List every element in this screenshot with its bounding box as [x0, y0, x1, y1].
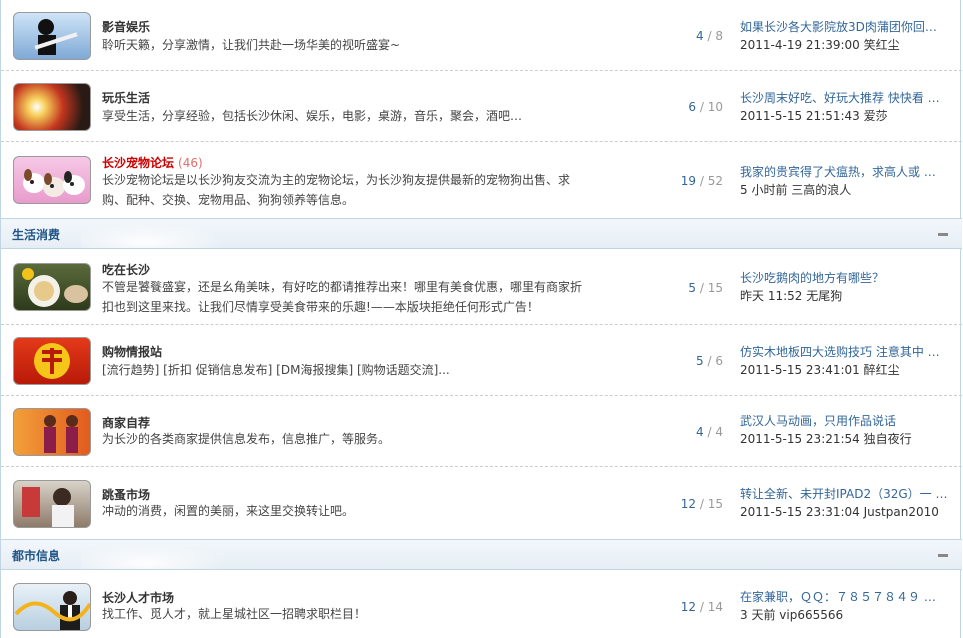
last-post: 转让全新、未开封IPAD2（32G）一 … 2011-5-15 23:31:04 …	[740, 485, 950, 521]
forum-title[interactable]: 长沙宠物论坛 (46)	[102, 154, 203, 171]
last-post: 长沙吃鹅肉的地方有哪些？ 昨天 11:52 无尾狗	[740, 269, 950, 305]
last-post: 如果长沙各大影院放3D肉蒲团你回… 2011-4-19 21:39:00 笑红尘	[740, 18, 950, 54]
section-decoration	[81, 540, 241, 569]
last-post: 长沙周末好吃、好玩大推荐 快快看 … 2011-5-15 21:51:43 爱莎	[740, 89, 950, 125]
last-post: 在家兼职，ＱＱ：７８５７８４９ … 3 天前 vip665566	[740, 588, 950, 624]
puppies-thumb[interactable]	[13, 156, 91, 204]
forum-row: 影音娱乐 聆听天籁，分享激情，让我们共赴一场华美的视听盛宴~ 4 / 8 如果长…	[1, 0, 962, 71]
forum-title[interactable]: 影音娱乐	[102, 18, 150, 35]
last-post-link[interactable]: 仿实木地板四大选购技巧 注意其中 …	[740, 343, 950, 361]
last-post-link[interactable]: 长沙吃鹅肉的地方有哪些？	[740, 269, 950, 287]
forum-list: 影音娱乐 聆听天籁，分享激情，让我们共赴一场华美的视听盛宴~ 4 / 8 如果长…	[0, 0, 962, 638]
last-post-time: 2011-4-19 21:39:00	[740, 38, 860, 52]
last-post-time: 2011-5-15 21:51:43	[740, 109, 860, 123]
section-title[interactable]: 都市信息	[12, 547, 60, 564]
last-post-link[interactable]: 转让全新、未开封IPAD2（32G）一 …	[740, 485, 950, 503]
forum-row: 吃在长沙 不管是饕餮盛宴，还是幺角美味，有好吃的都请推荐出来！哪里有美食优惠，哪…	[1, 249, 962, 325]
last-post: 我家的贵宾得了犬瘟热，求高人或 … 5 小时前 三高的浪人	[740, 163, 950, 199]
last-post: 武汉人马动画，只用作品说话 2011-5-15 23:21:54 独自夜行	[740, 412, 950, 448]
last-post-user[interactable]: vip665566	[779, 608, 843, 622]
topic-post-count: 4 / 4	[696, 425, 723, 439]
last-post-user[interactable]: Justpan2010	[864, 505, 939, 519]
last-post-link[interactable]: 在家兼职，ＱＱ：７８５７８４９ …	[740, 588, 950, 606]
last-post-user[interactable]: 三高的浪人	[791, 183, 851, 197]
forum-description: 冲动的消费，闲置的美丽，来这里交换转让吧。	[102, 504, 355, 518]
today-post-count: (46)	[178, 156, 203, 170]
forum-title[interactable]: 玩乐生活	[102, 89, 150, 106]
last-post-time: 昨天 11:52	[740, 289, 803, 303]
last-post-link[interactable]: 我家的贵宾得了犬瘟热，求高人或 …	[740, 163, 950, 181]
music-guitar-thumb[interactable]	[13, 12, 91, 60]
hui-thumb[interactable]	[13, 337, 91, 385]
forum-description: 享受生活，分享经验，包括长沙休闲、娱乐，电影，桌游，音乐，聚会，酒吧…	[102, 109, 523, 123]
last-post-link[interactable]: 如果长沙各大影院放3D肉蒲团你回…	[740, 18, 950, 36]
forum-description: 不管是饕餮盛宴，还是幺角美味，有好吃的都请推荐出来！哪里有美食优惠，哪里有商家折…	[102, 280, 583, 314]
forum-row: 跳蚤市场 冲动的消费，闲置的美丽，来这里交换转让吧。 12 / 15 转让全新、…	[1, 467, 962, 539]
forum-title[interactable]: 吃在长沙	[102, 261, 150, 278]
leisure-thumb[interactable]	[13, 83, 91, 131]
last-post-time: 2011-5-15 23:31:04	[740, 505, 860, 519]
forum-description: 聆听天籁，分享激情，让我们共赴一场华美的视听盛宴~	[102, 38, 401, 52]
last-post-user[interactable]: 无尾狗	[806, 289, 842, 303]
last-post-user[interactable]: 醉红尘	[864, 363, 900, 377]
topic-post-count: 5 / 15	[688, 281, 723, 295]
food-thumb[interactable]	[13, 263, 91, 311]
forum-description: 长沙宠物论坛是以长沙狗友交流为主的宠物论坛，为长沙狗友提供最新的宠物狗出售、求购…	[102, 173, 571, 207]
last-post-time: 5 小时前	[740, 183, 788, 197]
talent-thumb[interactable]	[13, 583, 91, 631]
forum-row: 长沙宠物论坛 (46) 长沙宠物论坛是以长沙狗友交流为主的宠物论坛，为长沙狗友提供…	[1, 142, 962, 218]
topic-post-count: 5 / 6	[696, 354, 723, 368]
last-post-time: 3 天前	[740, 608, 776, 622]
collapse-icon[interactable]	[938, 233, 948, 236]
forum-row: 玩乐生活 享受生活，分享经验，包括长沙休闲、娱乐，电影，桌游，音乐，聚会，酒吧……	[1, 71, 962, 142]
section-title[interactable]: 生活消费	[12, 226, 60, 243]
topic-post-count: 4 / 8	[696, 29, 723, 43]
forum-title[interactable]: 购物情报站	[102, 343, 162, 360]
last-post-user[interactable]: 独自夜行	[864, 432, 912, 446]
topic-post-count: 19 / 52	[680, 174, 723, 188]
forum-row: 商家自荐 为长沙的各类商家提供信息发布，信息推广，等服务。 4 / 4 武汉人马…	[1, 396, 962, 467]
collapse-icon[interactable]	[938, 554, 948, 557]
last-post-user[interactable]: 爱莎	[864, 109, 888, 123]
flea-market-thumb[interactable]	[13, 480, 91, 528]
last-post: 仿实木地板四大选购技巧 注意其中 … 2011-5-15 23:41:01 醉红尘	[740, 343, 950, 379]
last-post-user[interactable]: 笑红尘	[864, 38, 900, 52]
last-post-time: 2011-5-15 23:41:01	[740, 363, 860, 377]
forum-description: 找工作、觅人才，就上星城社区一招聘求职栏目！	[102, 607, 367, 621]
last-post-link[interactable]: 长沙周末好吃、好玩大推荐 快快看 …	[740, 89, 950, 107]
section-header: 生活消费	[1, 218, 962, 249]
forum-description: 为长沙的各类商家提供信息发布，信息推广，等服务。	[102, 432, 391, 446]
forum-description: [流行趋势] [折扣 促销信息发布] [DM海报搜集] [购物话题交流]...	[102, 363, 450, 377]
topic-post-count: 12 / 14	[680, 600, 723, 614]
welcome-thumb[interactable]	[13, 408, 91, 456]
last-post-link[interactable]: 武汉人马动画，只用作品说话	[740, 412, 950, 430]
forum-row: 长沙人才市场 找工作、觅人才，就上星城社区一招聘求职栏目！ 12 / 14 在家…	[1, 570, 962, 638]
topic-post-count: 6 / 10	[688, 100, 723, 114]
last-post-time: 2011-5-15 23:21:54	[740, 432, 860, 446]
forum-row: 购物情报站 [流行趋势] [折扣 促销信息发布] [DM海报搜集] [购物话题交…	[1, 325, 962, 396]
section-decoration	[81, 219, 241, 248]
topic-post-count: 12 / 15	[680, 497, 723, 511]
section-header: 都市信息	[1, 539, 962, 570]
